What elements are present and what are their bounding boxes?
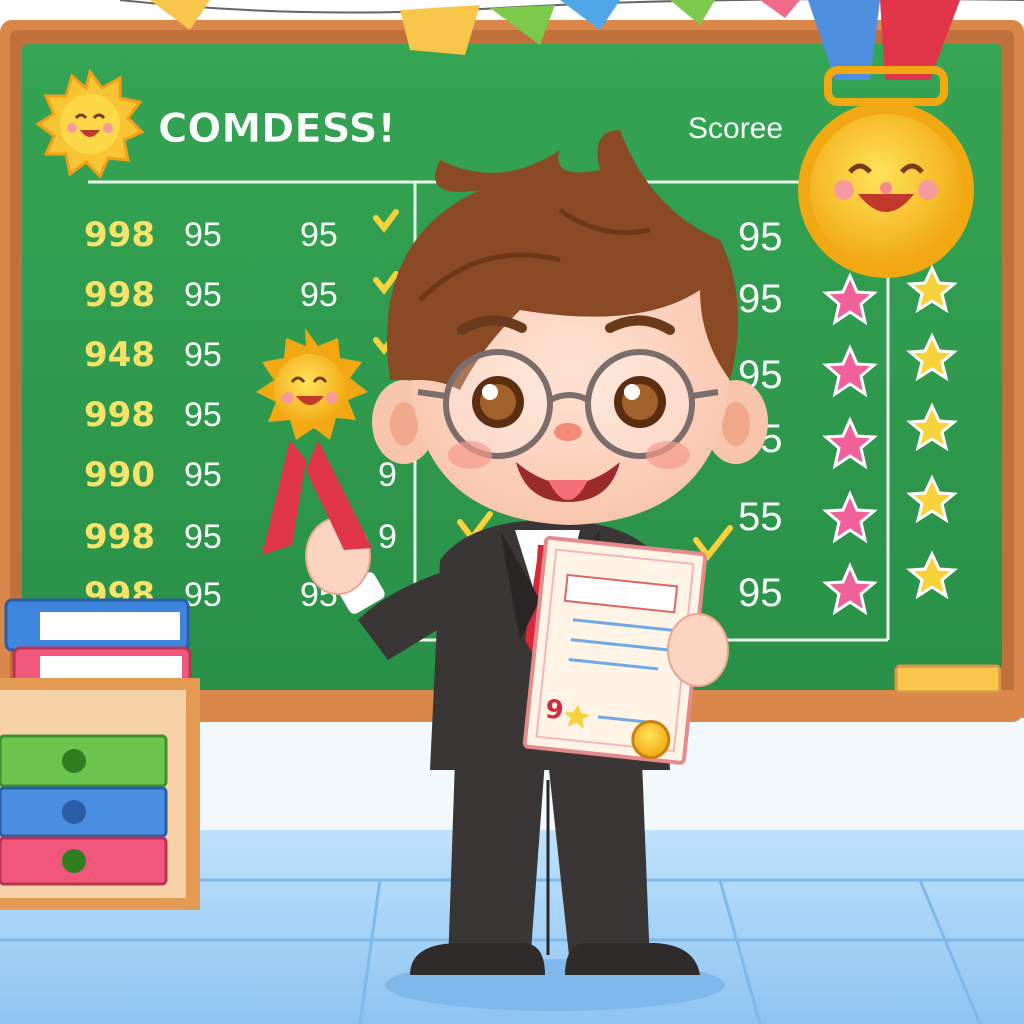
- shelf: [0, 678, 200, 910]
- score-cell: 948: [84, 335, 155, 375]
- score-cell: 95: [184, 576, 222, 614]
- character-hand-right: [667, 613, 729, 687]
- score-cell: 95: [184, 456, 222, 494]
- score-cell: 998: [84, 395, 155, 435]
- book-stack: [4, 598, 192, 692]
- score-cell: 990: [84, 455, 155, 495]
- score-cell: 95: [184, 336, 222, 374]
- score-cell: 95: [738, 277, 783, 321]
- score-cell: 998: [84, 517, 155, 557]
- score-cell: 9: [378, 518, 397, 556]
- score-cell: 998: [84, 275, 155, 315]
- score-cell: 95: [300, 216, 338, 254]
- score-cell: 95: [184, 276, 222, 314]
- score-cell: 55: [738, 495, 783, 539]
- shoe-left: [410, 943, 545, 975]
- score-cell: 95: [738, 215, 783, 259]
- score-cell: 998: [84, 215, 155, 255]
- score-cell: 95: [184, 396, 222, 434]
- score-cell: 95: [738, 571, 783, 615]
- score-cell: 95: [184, 518, 222, 556]
- score-cell: 95: [300, 276, 338, 314]
- chalk-eraser: [894, 664, 1002, 694]
- score-column-mid: 95 95 95 95 95 95 95: [184, 216, 222, 614]
- board-title: COMDESS!: [158, 106, 396, 152]
- score-cell: 95: [184, 216, 222, 254]
- classroom-scene: COMDESS! Scoree 998 998 948 998 990 998 …: [0, 0, 1024, 1024]
- illustration: COMDESS! Scoree 998 998 948 998 990 998 …: [0, 0, 1024, 1024]
- score-column-left: 998 998 948 998 990 998 998: [84, 215, 155, 615]
- certificate-number: 9: [544, 694, 565, 726]
- score-label: Scoree: [688, 112, 783, 145]
